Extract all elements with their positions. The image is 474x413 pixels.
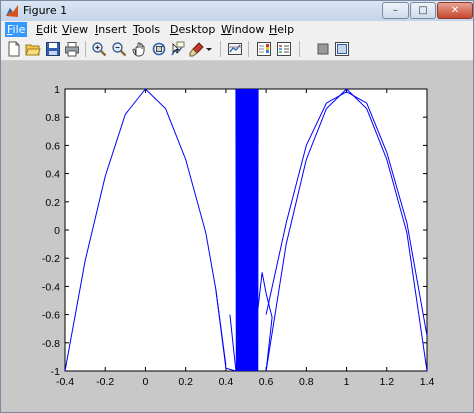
- maximize-button[interactable]: □: [410, 2, 436, 19]
- open-file-icon[interactable]: [25, 41, 41, 57]
- x-tick-label: 0.6: [259, 376, 274, 388]
- figure-window: Figure 1 – □ ✕ File Edit View Insert Too…: [0, 0, 474, 413]
- y-tick-label: 1: [54, 84, 60, 96]
- menu-view[interactable]: View: [60, 22, 90, 37]
- rotate-3d-icon[interactable]: [151, 41, 167, 57]
- y-tick-label: -0.6: [42, 310, 60, 322]
- window-title: Figure 1: [23, 4, 68, 17]
- y-tick-label: 0: [54, 225, 60, 237]
- new-figure-icon[interactable]: [6, 41, 22, 57]
- y-tick-label: 0.8: [45, 112, 60, 124]
- x-tick-label: 1: [344, 376, 350, 388]
- hide-plot-tools-icon[interactable]: [315, 41, 331, 57]
- toolbar-separator: [220, 41, 221, 57]
- menu-help[interactable]: Help: [267, 22, 296, 37]
- y-tick-label: -1: [51, 366, 60, 378]
- matlab-logo-icon: [6, 5, 18, 17]
- menu-tools[interactable]: Tools: [131, 22, 162, 37]
- x-tick-label: 0.2: [178, 376, 193, 388]
- toolbar-separator: [248, 41, 249, 57]
- x-tick-label: 0.8: [299, 376, 314, 388]
- figure-canvas: -0.4 -0.2 0 0.2 0.4 0.6 0.8 1 1.2 1.4 1 0.8 0.6 0.4 0…: [42, 84, 435, 388]
- y-tick-label: -0.2: [42, 253, 60, 265]
- menu-window[interactable]: Window: [219, 22, 266, 37]
- menu-edit-rest: dit: [42, 23, 58, 36]
- toolbar-separator: [299, 41, 300, 57]
- menu-window-rest: indow: [231, 23, 265, 36]
- curve-oscillation-core: [239, 88, 255, 372]
- menu-view-rest: iew: [69, 23, 89, 36]
- menu-insert-rest: nsert: [98, 23, 127, 36]
- menu-desktop[interactable]: Desktop: [168, 22, 217, 37]
- y-tick-label: 0.6: [45, 140, 60, 152]
- save-icon[interactable]: [45, 41, 61, 57]
- close-button[interactable]: ✕: [437, 2, 473, 19]
- x-tick-label: 1.4: [420, 376, 435, 388]
- menu-file[interactable]: File: [5, 22, 28, 37]
- menu-tools-rest: ools: [137, 23, 161, 36]
- menu-bar: File Edit View Insert Tools Desktop Wind…: [1, 21, 473, 38]
- y-tick-label: -0.4: [42, 281, 60, 293]
- brush-icon[interactable]: [189, 41, 205, 57]
- show-plot-tools-icon[interactable]: [334, 41, 350, 57]
- link-plot-icon[interactable]: [227, 41, 243, 57]
- brush-dropdown-icon[interactable]: [204, 41, 214, 57]
- menu-edit[interactable]: Edit: [34, 22, 59, 37]
- title-bar[interactable]: Figure 1 – □ ✕: [1, 1, 473, 21]
- x-tick-label: 1.2: [379, 376, 394, 388]
- zoom-in-icon[interactable]: [91, 41, 107, 57]
- menu-desktop-rest: esktop: [178, 23, 216, 36]
- menu-edit-key: E: [36, 23, 43, 36]
- y-tick-labels: 1 0.8 0.6 0.4 0.2 0 -0.2 -0.4 -0.6 -0.8 -1: [42, 84, 60, 378]
- menu-file-rest: ile: [12, 23, 26, 36]
- zoom-out-icon[interactable]: [111, 41, 127, 57]
- minimize-button[interactable]: –: [382, 2, 409, 19]
- y-tick-label: -0.8: [42, 338, 60, 350]
- x-tick-label: 0.4: [219, 376, 234, 388]
- menu-help-rest: elp: [277, 23, 295, 36]
- y-tick-label: 0.4: [45, 169, 60, 181]
- x-tick-label: -0.2: [96, 376, 114, 388]
- insert-legend-icon[interactable]: [276, 41, 292, 57]
- figure-toolbar: [1, 38, 473, 61]
- toolbar-separator: [85, 41, 86, 57]
- menu-window-key: W: [221, 23, 232, 36]
- data-cursor-icon[interactable]: [170, 41, 186, 57]
- menu-insert[interactable]: Insert: [93, 22, 129, 37]
- insert-colorbar-icon[interactable]: [256, 41, 272, 57]
- print-icon[interactable]: [64, 41, 80, 57]
- x-tick-label: 0: [143, 376, 149, 388]
- x-tick-labels: -0.4 -0.2 0 0.2 0.4 0.6 0.8 1 1.2 1.4: [56, 376, 434, 388]
- pan-icon[interactable]: [131, 41, 147, 57]
- y-tick-label: 0.2: [45, 197, 60, 209]
